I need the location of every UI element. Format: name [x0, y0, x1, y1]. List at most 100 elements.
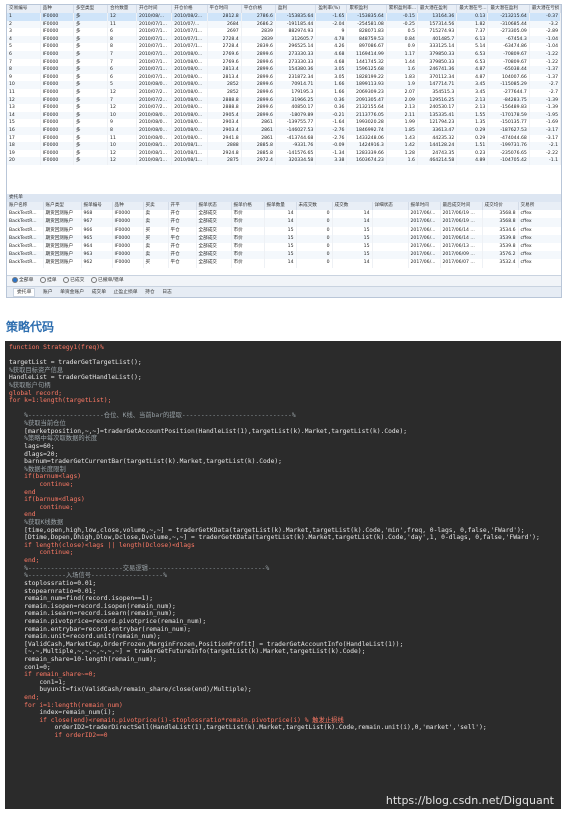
table-row[interactable]: 8 IF0000 多 6 2010/07/1... 2010/08/0... 2813.4 2… — [7, 66, 561, 74]
table-cell: 104007.66 — [487, 73, 530, 82]
column-header[interactable]: 成交均价 — [482, 202, 519, 211]
column-header[interactable]: 最大潜在亏... — [456, 5, 489, 13]
table-row[interactable]: BackTestR... 期货回测账户 962 IF0000 买平仓 全部成交 市价 14 0 1… — [7, 259, 561, 268]
tab-positions[interactable]: 持仓 — [145, 290, 155, 295]
table-row[interactable]: 7 IF0000 多 7 2010/07/1... 2010/08/0... 2769.6 2… — [7, 58, 561, 67]
column-header[interactable]: 未成交数 — [296, 202, 333, 211]
table-row[interactable]: 10 IF0000 多 5 2010/08/0... 2010/08/0... 2852 28… — [7, 81, 561, 89]
tab-account[interactable]: 账户 — [43, 290, 53, 295]
table-row[interactable]: BackTestR... 期货回测账户 963 IF0000 卖开仓 全部成交 市价 15 0 1… — [7, 251, 561, 260]
table-row[interactable]: 14 IF0000 多 10 2010/08/0... 2010/08/0... 2905.… — [7, 111, 561, 120]
column-header[interactable]: 成交数 — [332, 202, 373, 211]
tab-fund-account[interactable]: 单资金账户 — [60, 290, 84, 295]
table-cell: 全部成交 — [196, 251, 232, 260]
table-cell: 2010/07/2... — [136, 96, 173, 105]
column-header[interactable]: 报单价格 — [231, 202, 265, 211]
table-row[interactable]: 16 IF0000 多 8 2010/08/0... 2010/08/0... 2903.4… — [7, 126, 561, 135]
column-header[interactable]: 平仓时间 — [207, 5, 242, 13]
column-header[interactable]: 合约数量 — [107, 5, 138, 13]
column-header[interactable]: 交易所 — [518, 202, 561, 211]
table-cell: 2888.8 — [207, 104, 242, 112]
table-row[interactable]: 6 IF0000 多 7 2010/07/1... 2010/08/0... 2769.6 2… — [7, 50, 561, 59]
table-cell: 全部成交 — [196, 218, 232, 227]
table-cell: 2813.4 — [207, 66, 242, 74]
column-header[interactable]: 报单编号 — [81, 202, 113, 211]
table-cell: 15 — [264, 243, 297, 252]
tab-fills[interactable]: 成交单 — [92, 290, 106, 295]
column-header[interactable]: 报单时间 — [408, 202, 441, 211]
column-header[interactable]: 交易编号 — [7, 5, 41, 13]
column-header[interactable]: 报单状态 — [196, 202, 232, 211]
table-cell: 2972.4 — [241, 157, 276, 165]
table-cell: 40850.17 — [275, 104, 317, 112]
column-header[interactable]: 账户类型 — [43, 202, 82, 211]
table-cell: 14 — [332, 259, 373, 268]
table-row[interactable]: 5 IF0000 多 8 2010/07/1... 2010/07/1... 2728.4 2… — [7, 43, 561, 51]
table-row[interactable]: 15 IF0000 多 9 2010/08/0... 2010/08/0... 2903.4… — [7, 119, 561, 127]
table-cell: 6 — [107, 28, 138, 36]
column-header[interactable]: 开仓时间 — [136, 5, 173, 13]
table-row[interactable]: 2 IF0000 多 11 2010/07/1... 2010/07/... 2684 268… — [7, 20, 561, 29]
filter-filled[interactable]: 已成交 — [63, 276, 84, 283]
table-row[interactable]: 20 IF0000 多 12 2010/08/1... 2010/08/1... 2875 2… — [7, 157, 561, 165]
table-row[interactable]: 11 IF0000 多 12 2010/07/2... 2010/08/0... 2852 2… — [7, 88, 561, 97]
column-header[interactable]: 详细状态 — [372, 202, 409, 211]
column-header[interactable]: 开平 — [168, 202, 197, 211]
column-header[interactable]: 最大潜在盈利 — [487, 5, 530, 13]
table-cell: 3576.2 — [482, 251, 519, 260]
table-cell: 开仓 — [168, 218, 197, 227]
column-header[interactable]: 多空类型 — [73, 5, 109, 13]
table-cell: -3.17 — [529, 126, 561, 135]
table-row[interactable]: 18 IF0000 多 10 2010/08/1... 2010/08/1... 2888 2… — [7, 142, 561, 150]
table-cell: 平仓 — [168, 234, 197, 244]
table-cell: 多 — [73, 20, 109, 29]
table-row[interactable]: 4 IF0000 多 8 2010/07/1... 2010/07/1... 2728.4 2… — [7, 35, 561, 44]
table-row[interactable]: BackTestR... 期货回测账户 965 IF0000 买平仓 全部成交 市价 15 0 1… — [7, 234, 561, 244]
table-cell: 882974.93 — [275, 28, 317, 36]
column-header[interactable]: 开仓价格 — [171, 5, 208, 13]
tab-stop-orders[interactable]: 止盈止损单 — [114, 290, 138, 295]
code-line: dlags=20; — [9, 450, 59, 458]
table-cell: 2113776.05 — [346, 111, 387, 120]
table-cell: -153835.64 — [346, 13, 387, 21]
code-line: end — [9, 488, 36, 496]
table-row[interactable]: 1 IF0000 多 12 2010/08/... 2010/08/2... 2812.8 2… — [7, 13, 561, 21]
table-row[interactable]: BackTestR... 期货回测账户 964 IF0000 卖开仓 全部成交 市价 15 0 1… — [7, 243, 561, 252]
column-header[interactable]: 账户名称 — [7, 202, 44, 211]
column-header[interactable]: 累积盈利率... — [386, 5, 418, 13]
table-cell: 1.51 — [456, 142, 489, 150]
code-line: end; — [9, 557, 40, 565]
table-cell: IF0000 — [40, 58, 74, 67]
table-row[interactable]: 17 IF0000 多 11 2010/08/0... 2010/08/0... 2941.… — [7, 134, 561, 143]
table-cell: 2903.4 — [207, 119, 242, 127]
table-cell: -187627.53 — [487, 126, 530, 135]
table-cell: 1993020.28 — [346, 119, 387, 127]
table-row[interactable]: 12 IF0000 多 7 2010/07/2... 2010/08/0... 2888.8… — [7, 96, 561, 105]
column-header[interactable]: 最后成交时间 — [440, 202, 483, 211]
filter-all[interactable]: 全部单 — [12, 276, 33, 283]
column-header[interactable]: 盈利率(%) — [315, 5, 348, 13]
tab-orders[interactable]: 委托单 — [13, 288, 36, 297]
column-header[interactable]: 买卖 — [143, 202, 169, 211]
table-row[interactable]: 19 IF0000 多 12 2010/08/1... 2010/08/1... 2924.… — [7, 149, 561, 158]
column-header[interactable]: 品种 — [112, 202, 144, 211]
column-header[interactable]: 盈利 — [275, 5, 317, 13]
table-row[interactable]: 3 IF0000 多 6 2010/07/1... 2010/07/1... 2697 283… — [7, 28, 561, 36]
column-header[interactable]: 最大潜在盈利 — [417, 5, 458, 13]
column-header[interactable]: 平仓价格 — [241, 5, 276, 13]
table-row[interactable]: BackTestR... 期货回测账户 966 IF0000 买平仓 全部成交 市价 15 0 1… — [7, 226, 561, 235]
table-row[interactable]: BackTestR... 期货回测账户 968 IF0000 卖开仓 全部成交 市价 14 0 1… — [7, 210, 561, 219]
table-cell: 8 — [107, 35, 138, 44]
column-header[interactable]: 累积盈利 — [346, 5, 387, 13]
table-cell: 卖 — [143, 243, 169, 252]
filter-pending[interactable]: 挂单 — [39, 276, 57, 283]
column-header[interactable]: 报单数量 — [264, 202, 297, 211]
filter-cancelled[interactable]: 已撤单/错单 — [91, 276, 124, 283]
table-row[interactable]: BackTestR... 期货回测账户 967 IF0000 卖开仓 全部成交 市价 14 0 1… — [7, 218, 561, 227]
tab-log[interactable]: 日志 — [162, 290, 172, 295]
column-header[interactable]: 最大潜在亏损 — [529, 5, 561, 13]
table-row[interactable]: 9 IF0000 多 6 2010/07/1... 2010/08/0... 2813.4 2… — [7, 73, 561, 82]
column-header[interactable]: 品种 — [40, 5, 74, 13]
table-cell: 2010/07/1... — [136, 43, 173, 51]
table-row[interactable]: 13 IF0000 多 12 2010/07/2... 2010/08/0... 2888.… — [7, 104, 561, 112]
